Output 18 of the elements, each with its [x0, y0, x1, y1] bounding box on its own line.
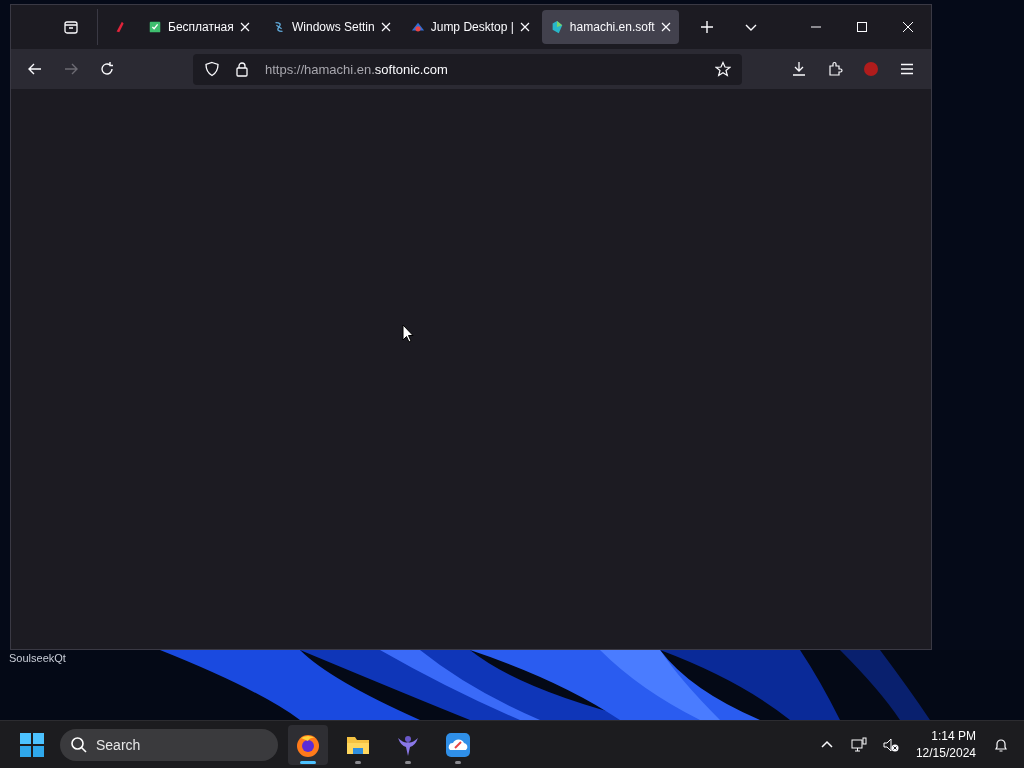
browser-tab[interactable]: Бесплатная — [140, 10, 260, 44]
favicon-icon — [148, 20, 162, 34]
taskbar-app-icon[interactable] — [288, 724, 328, 765]
cursor-icon — [402, 324, 414, 343]
browser-tab[interactable]: hamachi.en.soft — [541, 10, 679, 44]
favicon-icon — [410, 20, 425, 34]
close-tab-icon[interactable] — [660, 22, 671, 32]
close-tab-icon[interactable] — [519, 22, 530, 32]
clock-date[interactable]: 12/15/2024 — [915, 744, 976, 762]
browser-tab[interactable]: Jump Desktop | — [402, 10, 538, 44]
close-tab-icon[interactable] — [380, 22, 391, 32]
close-tab-icon[interactable] — [239, 22, 250, 32]
clock-time[interactable]: 1:14 PM — [931, 727, 976, 745]
search-field[interactable]: Search — [60, 728, 278, 761]
browser-tab[interactable]: Windows Settin — [264, 10, 399, 44]
desktop-icon-label[interactable]: SoulseekQt — [9, 652, 66, 664]
url-text: https://hamachi.en.softonic.com — [264, 61, 449, 77]
address-bar[interactable]: https://hamachi.en.softonic.com — [193, 53, 742, 85]
